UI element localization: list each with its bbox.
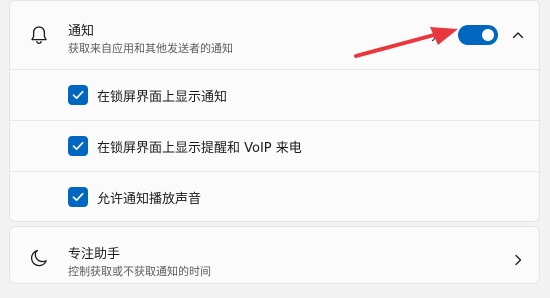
focus-assist-subtitle: 控制获取或不获取通知的时间 [68,265,211,278]
checkbox-lockscreen-notifications[interactable] [68,85,88,105]
focus-assist-card[interactable]: 专注助手 控制获取或不获取通知的时间 [9,226,540,284]
option-row-notification-sounds[interactable]: 允许通知播放声音 [10,171,539,221]
notifications-toggle[interactable] [458,25,498,45]
checkmark-icon [72,90,84,100]
toggle-knob [482,29,494,41]
focus-assist-title: 专注助手 [68,247,121,262]
checkbox-lockscreen-reminders-voip[interactable] [68,136,88,156]
chevron-right-icon[interactable] [511,253,525,267]
checkmark-icon [72,192,84,202]
bell-icon [31,26,47,45]
option-label-lockscreen-reminders-voip: 在锁屏界面上显示提醒和 VoIP 来电 [97,141,302,156]
option-row-lockscreen-notifications[interactable]: 在锁屏界面上显示通知 [10,69,539,120]
option-label-notification-sounds: 允许通知播放声音 [97,192,202,207]
chevron-up-icon[interactable] [511,28,525,42]
checkbox-notification-sounds[interactable] [68,187,88,207]
option-label-lockscreen-notifications: 在锁屏界面上显示通知 [97,90,228,105]
moon-icon [30,249,47,267]
option-row-lockscreen-reminders-voip[interactable]: 在锁屏界面上显示提醒和 VoIP 来电 [10,120,539,171]
annotation-arrow [354,27,458,58]
notifications-title: 通知 [68,24,95,39]
checkmark-icon [72,141,84,151]
notifications-subtitle: 获取来自应用和其他发送者的通知 [68,42,233,55]
